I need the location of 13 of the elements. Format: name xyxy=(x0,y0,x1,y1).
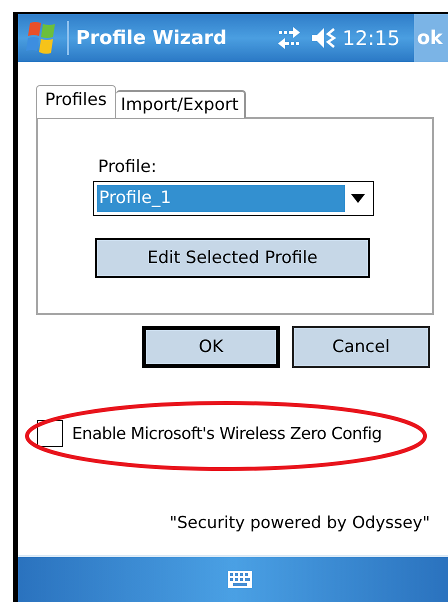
credit-text: "Security powered by Odyssey" xyxy=(169,513,430,532)
tab[interactable]: Import/Export xyxy=(116,90,246,118)
checkbox-label[interactable]: Enable Microsoft's Wireless Zero Config xyxy=(72,424,382,443)
field-label: Profile: xyxy=(98,157,158,177)
speaker-icon[interactable] xyxy=(310,26,338,50)
edit-profile-button[interactable]: Edit Selected Profile xyxy=(95,238,370,278)
tab[interactable]: Profiles xyxy=(36,85,116,118)
connectivity-icon[interactable] xyxy=(277,27,302,49)
dialog-button[interactable]: Cancel xyxy=(292,326,430,368)
window-title: Profile Wizard xyxy=(76,27,228,49)
dialog-button[interactable]: OK xyxy=(142,326,280,368)
caret-icon[interactable] xyxy=(351,194,365,203)
keyboard-icon[interactable] xyxy=(228,571,252,588)
